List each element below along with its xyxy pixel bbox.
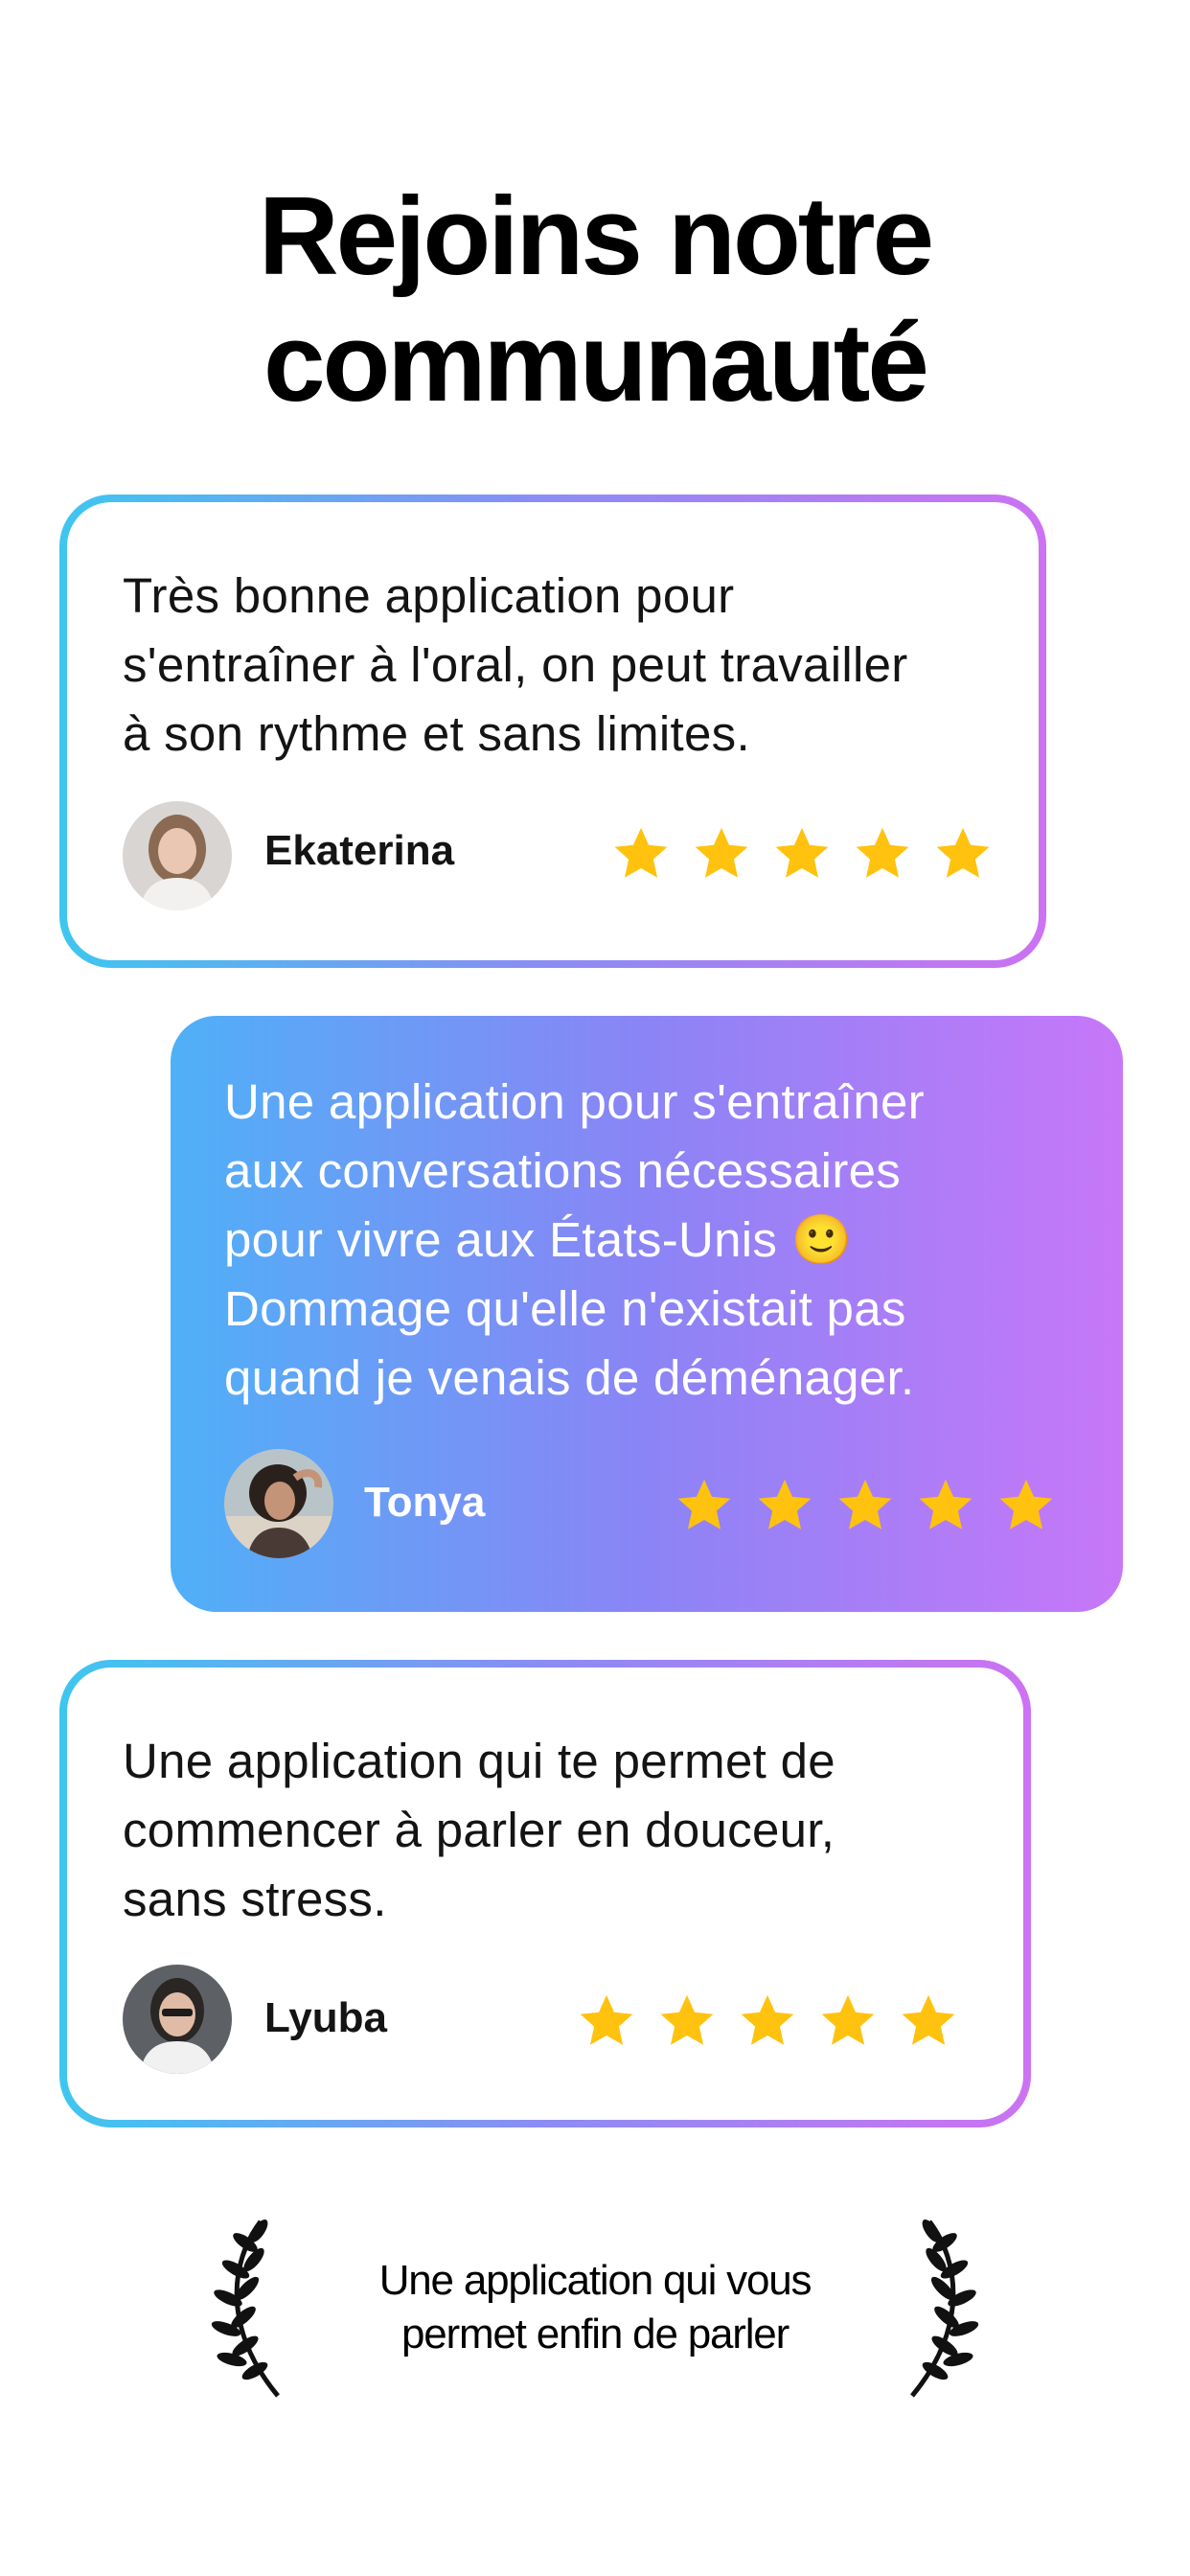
star-icon [738,1991,797,2051]
star-icon [577,1991,636,2051]
rating-stars [577,1991,958,2051]
star-icon [899,1991,958,2051]
page-title-line-1: Rejoins notre [258,173,934,298]
star-icon [996,1476,1056,1535]
review-card-lyuba: Une application qui te permet de commenc… [59,1660,1031,2128]
avatar [123,801,232,910]
review-text: Une application qui te permet de commenc… [123,1734,835,1926]
reviewer-name: Tonya [364,1479,486,1526]
star-icon [611,824,671,884]
star-icon [772,824,832,884]
page-title: Rejoins notre communauté [0,172,1190,426]
rating-stars [611,824,993,884]
review-card-ekaterina: Très bonne application pour s'entraîner … [59,494,1046,968]
rating-stars [675,1476,1056,1535]
reviewer-name: Lyuba [264,1994,387,2041]
star-icon [916,1476,975,1535]
star-icon [818,1991,878,2051]
star-icon [657,1991,717,2051]
star-icon [675,1476,734,1535]
star-icon [755,1476,814,1535]
star-icon [835,1476,895,1535]
review-card-tonya: Une application pour s'entraîner aux con… [171,1016,1123,1612]
award-text: Une application qui vous permet enfin de… [378,2257,812,2358]
star-icon [692,824,751,884]
page-title-line-2: communauté [263,300,929,425]
avatar [123,1965,232,2074]
star-icon [933,824,993,884]
laurel-right-icon [893,2214,989,2405]
review-text: Une application pour s'entraîner aux con… [224,1074,925,1405]
reviewer-name: Ekaterina [264,827,455,874]
avatar [224,1449,333,1558]
review-text: Très bonne application pour s'entraîner … [123,568,908,761]
star-icon [853,824,912,884]
